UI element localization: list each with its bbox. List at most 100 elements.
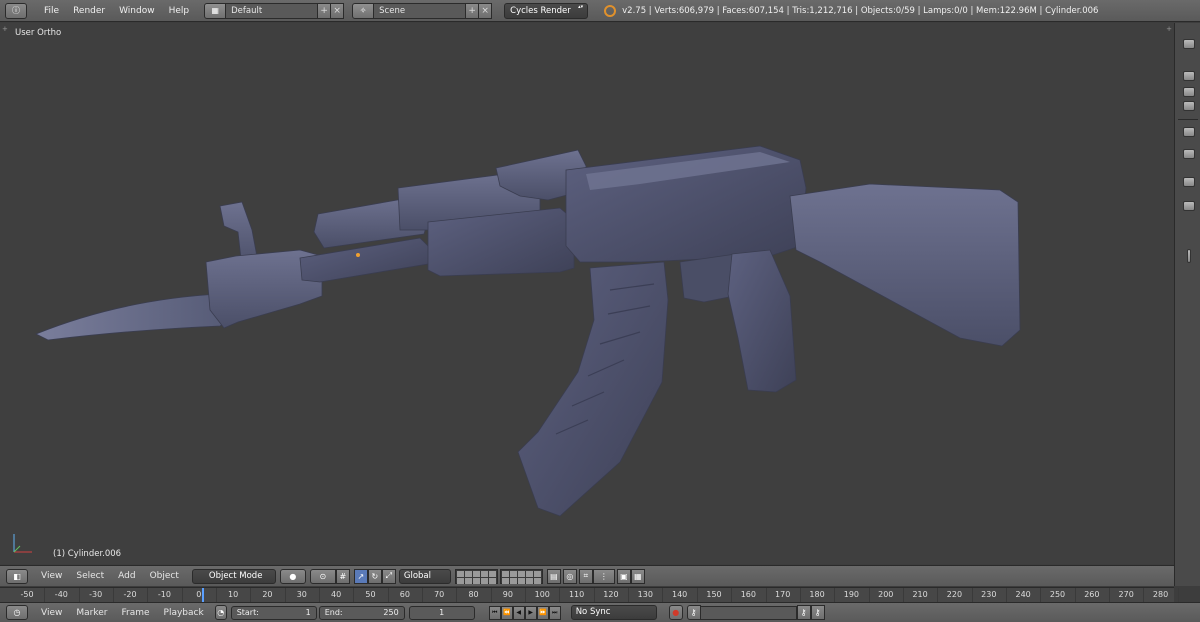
info-header: ⓘ File Render Window Help ▦ Default + × …	[0, 0, 1200, 22]
menu-help[interactable]: Help	[162, 6, 197, 16]
timeline-gridline	[662, 588, 664, 603]
3d-viewport[interactable]: + + User Ortho (1) Cylinder.006	[0, 23, 1174, 564]
keying-set-field[interactable]	[700, 605, 797, 620]
world-icon[interactable]	[1183, 201, 1195, 211]
editor-type-button[interactable]: ◷	[6, 605, 28, 620]
jump-keyframe-back-button[interactable]: ⏪	[500, 605, 513, 620]
editor-type-button[interactable]: ◧	[6, 568, 28, 584]
scroll-handle[interactable]	[1187, 249, 1191, 263]
scene-icon[interactable]: ✧	[352, 2, 375, 19]
close-icon: ×	[481, 5, 489, 16]
grid-icon: #	[339, 571, 347, 581]
scrollbar-icon[interactable]	[1183, 39, 1195, 49]
menu-file[interactable]: File	[37, 6, 66, 16]
timeline-ruler[interactable]: -50 -40 -30 -20 -10 0 10 20 30 40 50 60 70 80 90 100 110…	[0, 587, 1179, 603]
viewport-shading-dropdown[interactable]: ●	[279, 568, 306, 584]
rifle-mesh[interactable]	[0, 23, 1174, 564]
screen-layout-icon[interactable]: ▦	[204, 2, 227, 19]
delete-scene-button[interactable]: ×	[479, 2, 493, 19]
menu-add[interactable]: Add	[111, 571, 142, 581]
add-scene-button[interactable]: +	[466, 2, 480, 19]
end-frame-field[interactable]: End: 250	[318, 605, 405, 620]
editor-type-button[interactable]: ⓘ	[5, 2, 27, 19]
scene-selector: ✧ Scene + ×	[352, 2, 493, 19]
scene-props-icon[interactable]	[1183, 101, 1195, 111]
render-props-icon[interactable]	[1183, 127, 1195, 137]
translate-manipulator[interactable]: ↗	[353, 568, 368, 584]
timeline-gridline	[628, 588, 630, 603]
timeline-tick-label: 50	[365, 590, 376, 599]
playhead[interactable]	[202, 588, 205, 603]
sync-mode-dropdown[interactable]: No Sync	[570, 605, 657, 620]
mode-dropdown[interactable]: Object Mode	[191, 568, 276, 584]
sphere-icon: ●	[289, 571, 297, 581]
timeline-gridline	[1074, 588, 1076, 603]
key-insert-icon: ⚷	[800, 608, 807, 617]
close-icon: ×	[333, 5, 341, 16]
screen-layout-field[interactable]: Default	[226, 2, 319, 19]
jump-keyframe-forward-button[interactable]: ⏩	[536, 605, 549, 620]
properties-strip	[1174, 23, 1200, 586]
record-button[interactable]: ●	[668, 605, 683, 620]
delete-keyframe-button[interactable]: ⚷	[810, 605, 825, 620]
jump-start-button[interactable]: ⏮	[488, 605, 501, 620]
keying-set-icon[interactable]: ⚷	[686, 605, 701, 620]
render-engine-dropdown[interactable]: Cycles Render	[504, 2, 589, 19]
jump-end-button[interactable]: ⏭	[548, 605, 561, 620]
timeline-gridline	[387, 588, 389, 603]
bayonet-blade	[35, 293, 233, 341]
layer-icon[interactable]	[1183, 71, 1195, 81]
transform-orientation-dropdown[interactable]: Global	[398, 568, 451, 584]
menu-select[interactable]: Select	[69, 571, 111, 581]
timeline-gridline	[902, 588, 904, 603]
play-reverse-button[interactable]: ◀	[512, 605, 525, 620]
manipulator-toggle[interactable]: #	[335, 568, 350, 584]
scene-field[interactable]: Scene	[374, 2, 467, 19]
lock-layers-icon[interactable]: ▤	[546, 568, 561, 584]
key-delete-icon: ⚷	[814, 608, 821, 617]
timeline-tick-label: 60	[399, 590, 410, 599]
snap-element-dropdown[interactable]: ⋮	[592, 568, 615, 584]
timeline-tick-label: -40	[54, 590, 68, 599]
snap-icon[interactable]: ⌗	[578, 568, 593, 584]
timeline-tick-label: 190	[843, 590, 860, 599]
proportional-edit-icon[interactable]: ◎	[562, 568, 577, 584]
scale-manipulator[interactable]: ⤢	[381, 568, 396, 584]
scale-icon: ⤢	[385, 571, 393, 580]
pivot-point-dropdown[interactable]: ⊙	[309, 568, 336, 584]
delete-screen-button[interactable]: ×	[331, 2, 345, 19]
plus-icon: +	[320, 5, 328, 16]
timeline-gridline	[1143, 588, 1145, 603]
menu-marker[interactable]: Marker	[69, 608, 114, 618]
rotate-manipulator[interactable]: ↻	[367, 568, 382, 584]
tools-icon[interactable]	[1183, 149, 1195, 159]
view-menu: View Select Add Object	[34, 571, 186, 581]
timeline-tick-label: 210	[912, 590, 928, 599]
timeline-tick-label: 240	[1015, 590, 1031, 599]
opengl-render-icon[interactable]: ▣	[616, 568, 631, 584]
start-frame-value: 1	[305, 608, 311, 617]
menu-window[interactable]: Window	[112, 6, 162, 16]
arrow-up-down-icon[interactable]	[1183, 177, 1195, 187]
menu-frame[interactable]: Frame	[114, 608, 156, 618]
arrow-icon: ↗	[357, 571, 365, 581]
end-frame-label: End:	[324, 608, 343, 617]
current-frame-field[interactable]: 1	[408, 605, 475, 620]
add-screen-button[interactable]: +	[318, 2, 332, 19]
insert-keyframe-button[interactable]: ⚷	[796, 605, 811, 620]
menu-object[interactable]: Object	[143, 571, 186, 581]
play-button[interactable]: ▶	[524, 605, 537, 620]
layers-group-1[interactable]	[454, 568, 498, 584]
start-frame-field[interactable]: Start: 1	[230, 605, 317, 620]
timeline-tick-label: 80	[468, 590, 479, 599]
menu-view[interactable]: View	[34, 608, 69, 618]
timeline-tick-label: 90	[502, 590, 513, 599]
clock-icon: ◔	[217, 608, 225, 617]
menu-render[interactable]: Render	[66, 6, 112, 16]
menu-view[interactable]: View	[34, 571, 69, 581]
preview-range-toggle[interactable]: ◔	[214, 605, 227, 620]
menu-playback[interactable]: Playback	[157, 608, 211, 618]
opengl-anim-icon[interactable]: ▦	[630, 568, 645, 584]
render-layer-icon[interactable]	[1183, 87, 1195, 97]
layers-group-2[interactable]	[499, 568, 543, 584]
